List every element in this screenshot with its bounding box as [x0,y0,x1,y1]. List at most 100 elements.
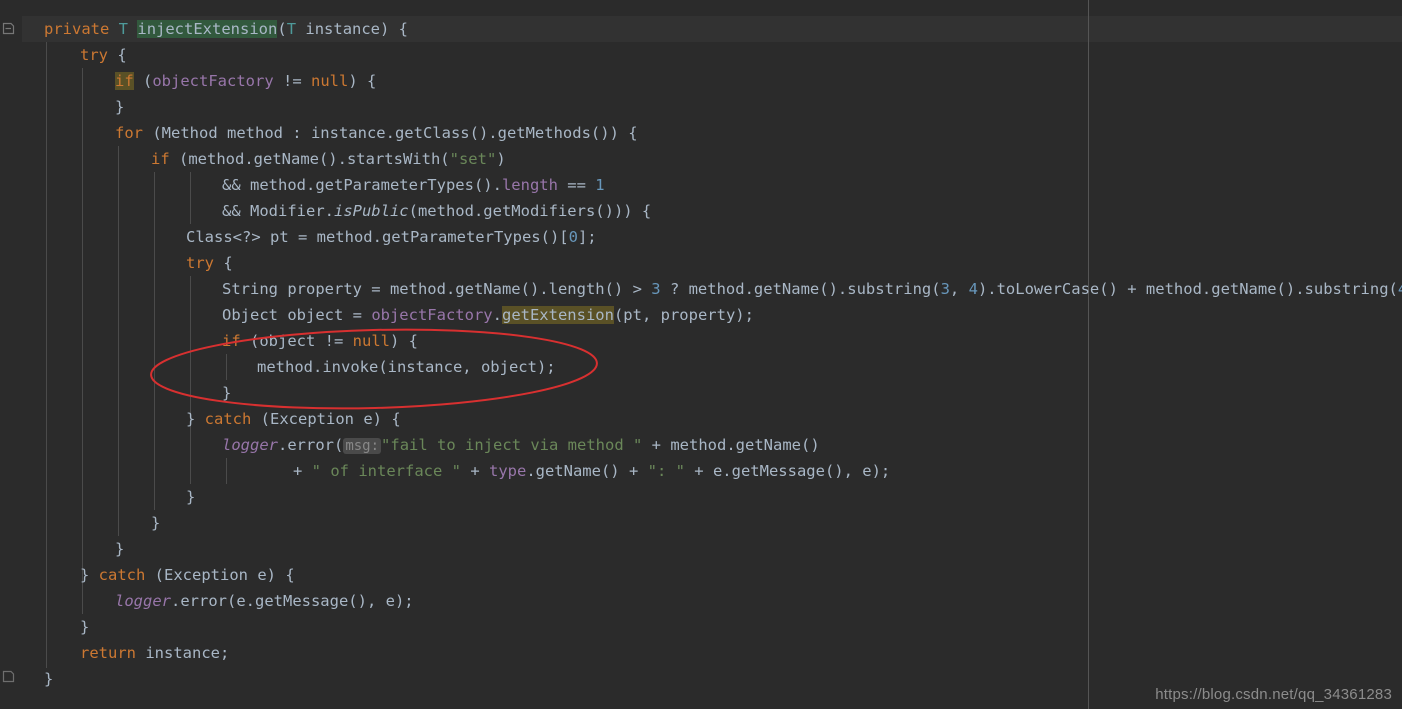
code-line[interactable]: method.invoke(instance, object); [0,354,556,380]
code-token: .error( [278,436,344,454]
code-token: logger [115,592,171,610]
code-token: ) { [348,72,377,90]
code-token: String property = method.getName().lengt… [222,280,652,298]
code-token: + [460,462,489,480]
watermark-url: https://blog.csdn.net/qq_34361283 [1155,686,1392,703]
code-token: objectFactory [152,72,274,90]
code-line[interactable]: } catch (Exception e) { [0,406,401,432]
code-line[interactable]: } [0,484,195,510]
code-token: ) [496,150,506,168]
code-line[interactable]: if (method.getName().startsWith("set") [0,146,506,172]
code-token: catch [98,566,146,584]
code-token: type [488,462,527,480]
code-token: ).toLowerCase() + method.getName().subst… [977,280,1398,298]
code-token: injectExtension [137,20,278,38]
code-token: logger [222,436,278,454]
code-line[interactable]: logger.error(msg: "fail to inject via met… [0,432,820,458]
code-line[interactable]: return instance; [0,640,229,666]
code-token: } [186,410,205,428]
code-token: 4 [968,280,978,298]
code-token: for [115,124,143,142]
code-line[interactable]: String property = method.getName().lengt… [0,276,1402,302]
code-line[interactable]: && Modifier.isPublic(method.getModifiers… [0,198,651,224]
code-token: 1 [595,176,605,194]
code-token: } [151,514,161,532]
code-token: (pt, property); [613,306,754,324]
code-token: } [80,618,90,636]
code-token: instance) { [296,20,409,38]
code-token: (Exception e) { [145,566,295,584]
code-line[interactable]: if (objectFactory != null) { [0,68,376,94]
code-token: null [352,332,390,350]
code-token: if [151,150,170,168]
code-token: catch [204,410,252,428]
code-line[interactable]: } catch (Exception e) { [0,562,295,588]
code-line[interactable]: Object object = objectFactory.getExtensi… [0,302,754,328]
code-line[interactable]: private T injectExtension(T instance) { [0,16,408,42]
code-token: , [949,280,969,298]
code-token: "fail to inject via method " [381,436,643,454]
code-line[interactable]: + " of interface " + type.getName() + ":… [0,458,890,484]
code-token: T [286,20,297,38]
code-token: 3 [940,280,950,298]
code-token: 4 [1398,280,1402,298]
code-token: 0 [568,228,578,246]
code-token: if [115,72,134,90]
code-text-layer[interactable]: private T injectExtension(T instance) {t… [0,0,1402,709]
code-token: ]; [577,228,597,246]
code-token: return [80,644,136,662]
code-token: if [222,332,241,350]
code-line[interactable]: } [0,666,53,692]
code-token: .error(e.getMessage(), e); [171,592,414,610]
code-token: "set" [449,150,497,168]
code-token: && Modifier. [222,202,334,220]
code-token: isPublic [333,202,409,220]
code-token: .getName() + [526,462,648,480]
code-token: + [293,462,312,480]
code-line[interactable]: } [0,94,124,120]
code-line[interactable]: Class<?> pt = method.getParameterTypes()… [0,224,597,250]
code-token: objectFactory [371,306,493,324]
code-token: (object != [240,332,353,350]
code-token: T [118,20,129,38]
code-line[interactable]: } [0,380,231,406]
code-token: getExtension [501,306,614,324]
code-token: (method.getModifiers())) { [408,202,652,220]
code-line[interactable]: for (Method method : instance.getClass()… [0,120,638,146]
code-token: } [115,98,125,116]
code-token: try [80,46,108,64]
code-token: } [115,540,125,558]
code-token: method.invoke(instance, object); [257,358,556,376]
code-line[interactable]: logger.error(e.getMessage(), e); [0,588,414,614]
code-token: ( [277,20,287,38]
code-token: } [44,670,54,688]
code-token: (Exception e) { [251,410,401,428]
code-line[interactable]: } [0,536,124,562]
code-token: ) { [389,332,418,350]
code-token: && method.getParameterTypes(). [222,176,502,194]
code-token: ( [133,72,153,90]
code-token: } [80,566,99,584]
code-token: length [501,176,558,194]
code-line[interactable]: try { [0,250,233,276]
code-token: ? method.getName().substring( [660,280,941,298]
code-token: " of interface " [311,462,461,480]
code-line[interactable]: } [0,614,89,640]
code-token: } [186,488,196,506]
code-token: == [557,176,596,194]
code-line[interactable]: try { [0,42,127,68]
code-line[interactable]: && method.getParameterTypes().length == … [0,172,605,198]
code-token: try [186,254,214,272]
code-token: 3 [651,280,661,298]
code-token: Object object = [222,306,372,324]
code-token: (Method method : instance.getClass().get… [143,124,638,142]
code-token: Class<?> pt = method.getParameterTypes()… [186,228,569,246]
code-token: } [222,384,232,402]
code-token: ": " [647,462,685,480]
code-line[interactable]: if (object != null) { [0,328,418,354]
code-token: . [492,306,502,324]
code-editor-window: private T injectExtension(T instance) {t… [0,0,1402,709]
code-line[interactable]: } [0,510,160,536]
